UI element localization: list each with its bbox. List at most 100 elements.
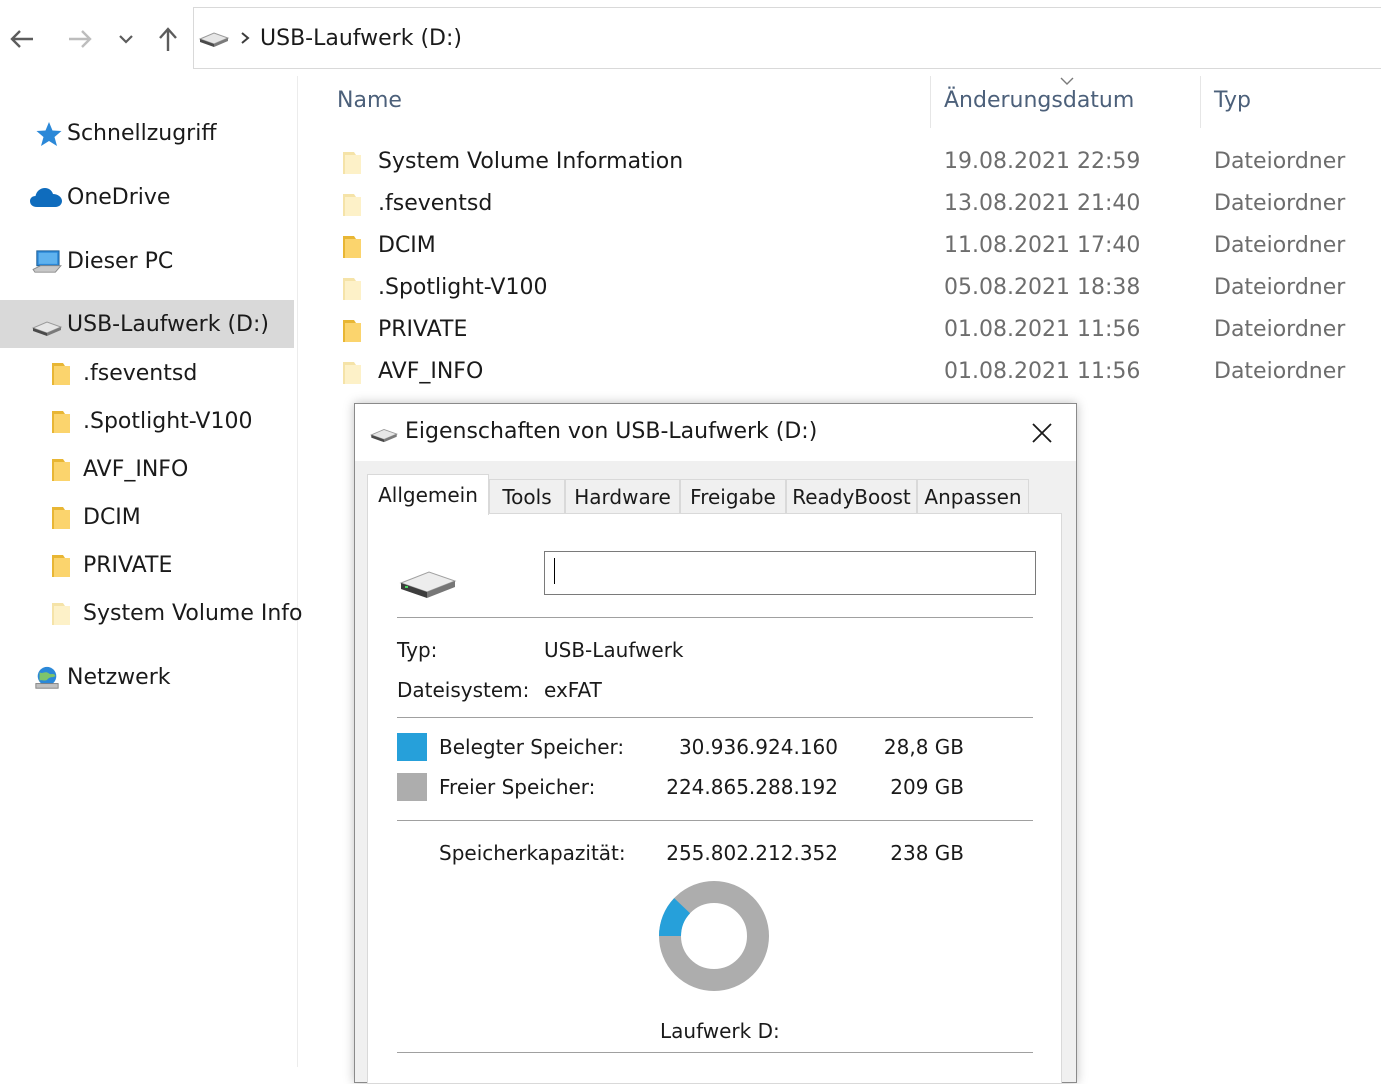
used-space-arc	[659, 898, 691, 937]
filesystem-label: Dateisystem:	[397, 678, 530, 702]
divider	[397, 717, 1033, 718]
tab-readyboost[interactable]: ReadyBoost	[786, 479, 917, 513]
filesystem-value: exFAT	[544, 678, 602, 702]
file-name: DCIM	[378, 233, 436, 258]
back-button[interactable]	[6, 22, 38, 56]
sidebar-item-label: USB-Laufwerk (D:)	[67, 311, 269, 337]
sidebar-item-label: AVF_INFO	[83, 456, 189, 482]
sidebar-item-system-volume-info[interactable]: System Volume Info	[0, 589, 302, 637]
file-name: AVF_INFO	[378, 359, 484, 384]
sidebar-item-quick-access[interactable]: Schnellzugriff	[0, 109, 294, 157]
capacity-label: Speicherkapazität:	[439, 841, 626, 865]
computer-icon	[32, 250, 62, 273]
file-row[interactable]: DCIM 11.08.2021 17:40 Dateiordner	[328, 226, 1381, 268]
navigation-pane: Schnellzugriff OneDrive Dieser PC USB-La…	[0, 76, 302, 1067]
sidebar-item-usb-drive[interactable]: USB-Laufwerk (D:)	[0, 300, 294, 348]
file-name: System Volume Information	[378, 149, 684, 174]
divider	[397, 820, 1033, 821]
file-row[interactable]: AVF_INFO 01.08.2021 11:56 Dateiordner	[328, 352, 1381, 394]
folder-icon	[343, 194, 361, 216]
drive-icon	[198, 32, 230, 47]
dialog-title-bar[interactable]: Eigenschaften von USB-Laufwerk (D:)	[355, 404, 1076, 461]
sidebar-item-fseventsd[interactable]: .fseventsd	[0, 349, 294, 397]
sidebar-item-spotlight[interactable]: .Spotlight-V100	[0, 397, 294, 445]
file-row[interactable]: PRIVATE 01.08.2021 11:56 Dateiordner	[328, 310, 1381, 352]
network-icon	[35, 666, 59, 689]
sidebar-item-network[interactable]: Netzwerk	[0, 653, 294, 701]
arrow-up-icon	[159, 27, 177, 51]
column-divider[interactable]	[930, 76, 931, 128]
recent-locations-button[interactable]	[114, 22, 138, 56]
folder-icon	[52, 507, 70, 529]
used-space-label: Belegter Speicher:	[439, 735, 625, 759]
tab-hardware[interactable]: Hardware	[565, 479, 680, 513]
file-type: Dateiordner	[1214, 149, 1346, 174]
divider	[397, 617, 1033, 618]
sidebar-item-label: PRIVATE	[83, 552, 173, 578]
usage-donut-chart	[659, 881, 769, 991]
sidebar-item-onedrive[interactable]: OneDrive	[0, 173, 294, 221]
text-caret	[554, 558, 555, 584]
properties-dialog: Eigenschaften von USB-Laufwerk (D:) Allg…	[354, 403, 1077, 1084]
sidebar-item-avf-info[interactable]: AVF_INFO	[0, 445, 294, 493]
breadcrumb-current[interactable]: USB-Laufwerk (D:)	[260, 26, 462, 51]
file-date: 01.08.2021 11:56	[944, 317, 1141, 342]
file-name: PRIVATE	[378, 317, 468, 342]
file-row[interactable]: .fseventsd 13.08.2021 21:40 Dateiordner	[328, 184, 1381, 226]
dialog-title: Eigenschaften von USB-Laufwerk (D:)	[405, 419, 818, 444]
file-name: .fseventsd	[378, 191, 493, 216]
file-date: 11.08.2021 17:40	[944, 233, 1141, 258]
file-date: 05.08.2021 18:38	[944, 275, 1141, 300]
folder-icon	[343, 278, 361, 300]
sort-descending-icon	[1060, 77, 1074, 85]
folder-icon	[52, 363, 70, 385]
used-space-gb: 28,8 GB	[883, 735, 964, 759]
sidebar-item-label: DCIM	[83, 504, 141, 530]
column-header-name[interactable]: Name	[337, 88, 402, 113]
sidebar-item-label: .fseventsd	[83, 360, 198, 386]
free-space-ring	[659, 881, 769, 991]
tab-customize[interactable]: Anpassen	[917, 479, 1029, 513]
arrow-right-icon	[69, 30, 92, 48]
sidebar-item-this-pc[interactable]: Dieser PC	[0, 237, 294, 285]
tab-tools[interactable]: Tools	[489, 479, 565, 513]
drive-caption: Laufwerk D:	[660, 1019, 780, 1043]
capacity-bytes: 255.802.212.352	[666, 841, 838, 865]
capacity-gb: 238 GB	[890, 841, 964, 865]
folder-icon	[52, 459, 70, 481]
file-row[interactable]: System Volume Information 19.08.2021 22:…	[328, 142, 1381, 184]
chevron-right-icon[interactable]	[240, 31, 250, 45]
sidebar-item-dcim[interactable]: DCIM	[0, 493, 294, 541]
type-value: USB-Laufwerk	[544, 638, 684, 662]
cloud-icon	[30, 188, 62, 207]
navigation-toolbar: USB-Laufwerk (D:)	[0, 0, 1381, 76]
tab-sharing[interactable]: Freigabe	[680, 479, 786, 513]
type-label: Typ:	[397, 638, 438, 662]
close-icon	[1032, 423, 1052, 443]
file-type: Dateiordner	[1214, 317, 1346, 342]
file-type: Dateiordner	[1214, 275, 1346, 300]
tab-general[interactable]: Allgemein	[367, 474, 489, 515]
sidebar-item-private[interactable]: PRIVATE	[0, 541, 294, 589]
free-space-label: Freier Speicher:	[439, 775, 596, 799]
sidebar-item-label: Dieser PC	[67, 248, 174, 274]
drive-name-input[interactable]	[544, 551, 1036, 595]
address-bar[interactable]: USB-Laufwerk (D:)	[193, 7, 1381, 69]
star-icon	[36, 122, 62, 146]
drive-icon	[31, 321, 63, 336]
column-header-type[interactable]: Typ	[1214, 88, 1251, 113]
column-divider[interactable]	[1200, 76, 1201, 128]
free-space-gb: 209 GB	[890, 775, 964, 799]
free-space-swatch	[397, 773, 427, 801]
forward-button[interactable]	[64, 22, 96, 56]
divider	[397, 1052, 1033, 1053]
close-button[interactable]	[1017, 414, 1067, 452]
column-header-date[interactable]: Änderungsdatum	[944, 88, 1134, 113]
folder-icon	[343, 236, 361, 258]
file-row[interactable]: .Spotlight-V100 05.08.2021 18:38 Dateior…	[328, 268, 1381, 310]
folder-icon	[52, 603, 70, 625]
up-button[interactable]	[154, 22, 182, 56]
folder-icon	[343, 362, 361, 384]
folder-icon	[343, 320, 361, 342]
used-space-swatch	[397, 733, 427, 761]
